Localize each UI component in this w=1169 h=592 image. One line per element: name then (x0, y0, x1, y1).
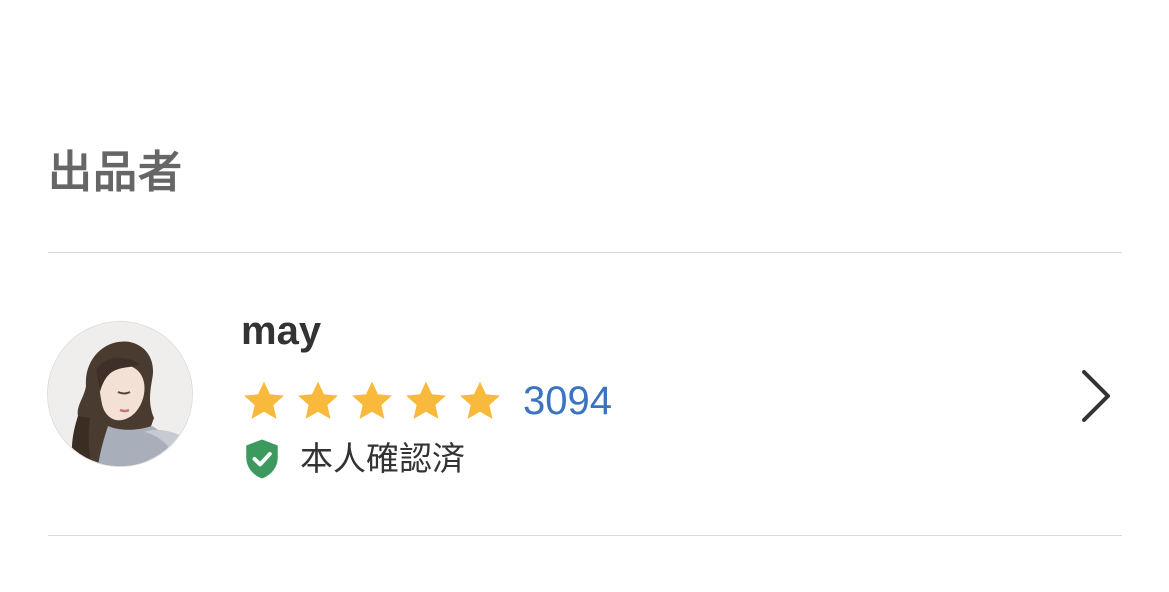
star-icon (352, 381, 392, 419)
avatar[interactable] (48, 322, 192, 466)
avatar-image (48, 322, 192, 466)
shield-check-icon (246, 439, 278, 479)
rating: 3094 (241, 373, 612, 429)
seller-row[interactable]: may 3094 本人確認済 (48, 253, 1122, 535)
section-title: 出品者 (48, 147, 183, 198)
star-icon (460, 381, 500, 419)
star-icon (298, 381, 338, 419)
divider (48, 535, 1122, 536)
chevron-right-icon[interactable] (1078, 368, 1114, 424)
verified-label: 本人確認済 (300, 439, 465, 478)
seller-name[interactable]: may (241, 305, 321, 357)
rating-count[interactable]: 3094 (523, 373, 612, 429)
star-icon (406, 381, 446, 419)
verified-badge: 本人確認済 (244, 436, 465, 482)
star-icon (244, 381, 284, 419)
